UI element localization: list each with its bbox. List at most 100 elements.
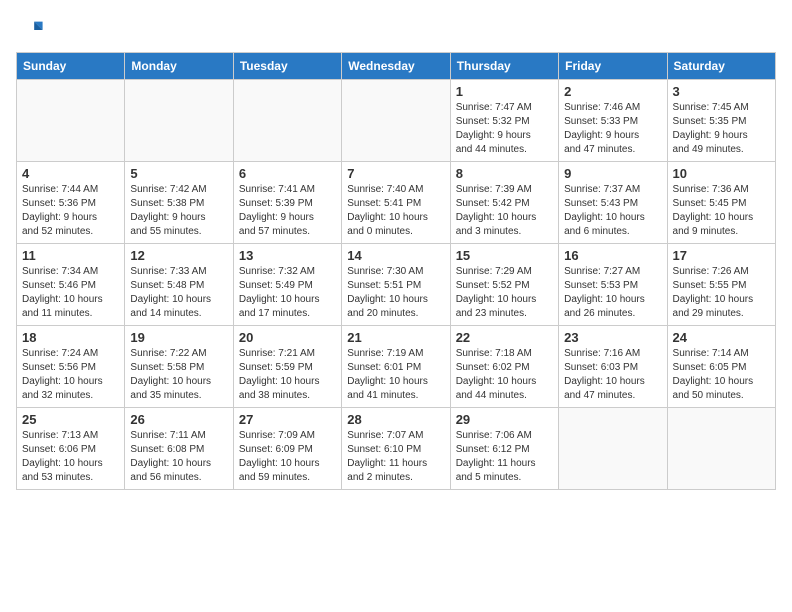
cell-day-number: 24: [673, 330, 770, 345]
cell-day-number: 12: [130, 248, 227, 263]
calendar-cell: [342, 80, 450, 162]
calendar-cell: 16 Sunrise: 7:27 AM Sunset: 5:53 PM Dayli…: [559, 244, 667, 326]
calendar-cell: 15Sunrise: 7:29 AM Sunset: 5:52 PM Dayli…: [450, 244, 558, 326]
cell-info: Sunrise: 7:26 AM Sunset: 5:55 PM Dayligh…: [673, 265, 770, 321]
calendar-cell: 4 Sunrise: 7:44 AM Sunset: 5:36 PM Daylig…: [17, 162, 125, 244]
cell-day-number: 26: [130, 412, 227, 427]
calendar-cell: [559, 408, 667, 490]
calendar-cell: [17, 80, 125, 162]
cell-day-number: 28: [347, 412, 444, 427]
cell-day-number: 20: [239, 330, 336, 345]
calendar-cell: [233, 80, 341, 162]
calendar-cell: 25 Sunrise: 7:13 AM Sunset: 6:06 PM Dayli…: [17, 408, 125, 490]
calendar-cell: 13 Sunrise: 7:32 AM Sunset: 5:49 PM Dayli…: [233, 244, 341, 326]
cell-info: Sunrise: 7:36 AM Sunset: 5:45 PM Dayligh…: [673, 183, 770, 239]
cell-info: Sunrise: 7:11 AM Sunset: 6:08 PM Dayligh…: [130, 429, 227, 485]
cell-day-number: 27: [239, 412, 336, 427]
cell-info: Sunrise: 7:18 AM Sunset: 6:02 PM Dayligh…: [456, 347, 553, 403]
cell-info: Sunrise: 7:14 AM Sunset: 6:05 PM Dayligh…: [673, 347, 770, 403]
calendar-header-cell: Friday: [559, 53, 667, 80]
cell-day-number: 8: [456, 166, 553, 181]
cell-day-number: 7: [347, 166, 444, 181]
calendar-cell: 24 Sunrise: 7:14 AM Sunset: 6:05 PM Dayli…: [667, 326, 775, 408]
cell-info: Sunrise: 7:34 AM Sunset: 5:46 PM Dayligh…: [22, 265, 119, 321]
cell-day-number: 6: [239, 166, 336, 181]
calendar-week-row: 11 Sunrise: 7:34 AM Sunset: 5:46 PM Dayli…: [17, 244, 776, 326]
calendar-cell: 20 Sunrise: 7:21 AM Sunset: 5:59 PM Dayli…: [233, 326, 341, 408]
calendar-header-cell: Monday: [125, 53, 233, 80]
calendar-week-row: 25 Sunrise: 7:13 AM Sunset: 6:06 PM Dayli…: [17, 408, 776, 490]
calendar-cell: 17 Sunrise: 7:26 AM Sunset: 5:55 PM Dayli…: [667, 244, 775, 326]
calendar-header-cell: Saturday: [667, 53, 775, 80]
cell-info: Sunrise: 7:41 AM Sunset: 5:39 PM Dayligh…: [239, 183, 336, 239]
cell-info: Sunrise: 7:40 AM Sunset: 5:41 PM Dayligh…: [347, 183, 444, 239]
cell-info: Sunrise: 7:21 AM Sunset: 5:59 PM Dayligh…: [239, 347, 336, 403]
calendar-cell: 21Sunrise: 7:19 AM Sunset: 6:01 PM Dayli…: [342, 326, 450, 408]
calendar-cell: 12 Sunrise: 7:33 AM Sunset: 5:48 PM Dayli…: [125, 244, 233, 326]
cell-day-number: 1: [456, 84, 553, 99]
cell-info: Sunrise: 7:46 AM Sunset: 5:33 PM Dayligh…: [564, 101, 661, 157]
cell-info: Sunrise: 7:22 AM Sunset: 5:58 PM Dayligh…: [130, 347, 227, 403]
cell-day-number: 17: [673, 248, 770, 263]
cell-day-number: 23: [564, 330, 661, 345]
calendar-cell: 29Sunrise: 7:06 AM Sunset: 6:12 PM Dayli…: [450, 408, 558, 490]
cell-day-number: 11: [22, 248, 119, 263]
cell-day-number: 3: [673, 84, 770, 99]
calendar-header-cell: Tuesday: [233, 53, 341, 80]
cell-info: Sunrise: 7:09 AM Sunset: 6:09 PM Dayligh…: [239, 429, 336, 485]
calendar-cell: 26 Sunrise: 7:11 AM Sunset: 6:08 PM Dayli…: [125, 408, 233, 490]
calendar-cell: 3 Sunrise: 7:45 AM Sunset: 5:35 PM Daylig…: [667, 80, 775, 162]
cell-info: Sunrise: 7:19 AM Sunset: 6:01 PM Dayligh…: [347, 347, 444, 403]
calendar-cell: 10 Sunrise: 7:36 AM Sunset: 5:45 PM Dayli…: [667, 162, 775, 244]
calendar-header-cell: Thursday: [450, 53, 558, 80]
calendar-cell: 1 Sunrise: 7:47 AM Sunset: 5:32 PM Daylig…: [450, 80, 558, 162]
cell-day-number: 4: [22, 166, 119, 181]
logo-icon: [16, 16, 44, 44]
cell-info: Sunrise: 7:32 AM Sunset: 5:49 PM Dayligh…: [239, 265, 336, 321]
calendar-cell: [125, 80, 233, 162]
calendar-week-row: 18 Sunrise: 7:24 AM Sunset: 5:56 PM Dayli…: [17, 326, 776, 408]
cell-info: Sunrise: 7:27 AM Sunset: 5:53 PM Dayligh…: [564, 265, 661, 321]
cell-info: Sunrise: 7:37 AM Sunset: 5:43 PM Dayligh…: [564, 183, 661, 239]
calendar-cell: 22 Sunrise: 7:18 AM Sunset: 6:02 PM Dayli…: [450, 326, 558, 408]
calendar-cell: 8 Sunrise: 7:39 AM Sunset: 5:42 PM Daylig…: [450, 162, 558, 244]
cell-day-number: 10: [673, 166, 770, 181]
cell-info: Sunrise: 7:42 AM Sunset: 5:38 PM Dayligh…: [130, 183, 227, 239]
cell-info: Sunrise: 7:13 AM Sunset: 6:06 PM Dayligh…: [22, 429, 119, 485]
cell-day-number: 19: [130, 330, 227, 345]
calendar-cell: 18 Sunrise: 7:24 AM Sunset: 5:56 PM Dayli…: [17, 326, 125, 408]
cell-info: Sunrise: 7:39 AM Sunset: 5:42 PM Dayligh…: [456, 183, 553, 239]
cell-day-number: 18: [22, 330, 119, 345]
cell-info: Sunrise: 7:45 AM Sunset: 5:35 PM Dayligh…: [673, 101, 770, 157]
calendar-cell: [667, 408, 775, 490]
cell-day-number: 2: [564, 84, 661, 99]
calendar-cell: 19 Sunrise: 7:22 AM Sunset: 5:58 PM Dayli…: [125, 326, 233, 408]
cell-info: Sunrise: 7:29 AM Sunset: 5:52 PM Dayligh…: [456, 265, 553, 321]
calendar-header-cell: Wednesday: [342, 53, 450, 80]
calendar-header-cell: Sunday: [17, 53, 125, 80]
cell-info: Sunrise: 7:33 AM Sunset: 5:48 PM Dayligh…: [130, 265, 227, 321]
calendar-week-row: 1 Sunrise: 7:47 AM Sunset: 5:32 PM Daylig…: [17, 80, 776, 162]
calendar-header: SundayMondayTuesdayWednesdayThursdayFrid…: [17, 53, 776, 80]
cell-day-number: 22: [456, 330, 553, 345]
calendar-header-row: SundayMondayTuesdayWednesdayThursdayFrid…: [17, 53, 776, 80]
calendar-cell: 11 Sunrise: 7:34 AM Sunset: 5:46 PM Dayli…: [17, 244, 125, 326]
calendar-table: SundayMondayTuesdayWednesdayThursdayFrid…: [16, 52, 776, 490]
cell-info: Sunrise: 7:47 AM Sunset: 5:32 PM Dayligh…: [456, 101, 553, 157]
calendar-cell: 5 Sunrise: 7:42 AM Sunset: 5:38 PM Daylig…: [125, 162, 233, 244]
cell-day-number: 16: [564, 248, 661, 263]
cell-day-number: 5: [130, 166, 227, 181]
calendar-week-row: 4 Sunrise: 7:44 AM Sunset: 5:36 PM Daylig…: [17, 162, 776, 244]
calendar-cell: 23Sunrise: 7:16 AM Sunset: 6:03 PM Dayli…: [559, 326, 667, 408]
calendar-cell: 9Sunrise: 7:37 AM Sunset: 5:43 PM Daylig…: [559, 162, 667, 244]
cell-info: Sunrise: 7:30 AM Sunset: 5:51 PM Dayligh…: [347, 265, 444, 321]
cell-day-number: 13: [239, 248, 336, 263]
cell-day-number: 14: [347, 248, 444, 263]
calendar-cell: 2 Sunrise: 7:46 AM Sunset: 5:33 PM Daylig…: [559, 80, 667, 162]
cell-info: Sunrise: 7:06 AM Sunset: 6:12 PM Dayligh…: [456, 429, 553, 485]
logo: [16, 16, 48, 44]
cell-info: Sunrise: 7:44 AM Sunset: 5:36 PM Dayligh…: [22, 183, 119, 239]
cell-day-number: 25: [22, 412, 119, 427]
cell-info: Sunrise: 7:24 AM Sunset: 5:56 PM Dayligh…: [22, 347, 119, 403]
calendar-cell: 6 Sunrise: 7:41 AM Sunset: 5:39 PM Daylig…: [233, 162, 341, 244]
